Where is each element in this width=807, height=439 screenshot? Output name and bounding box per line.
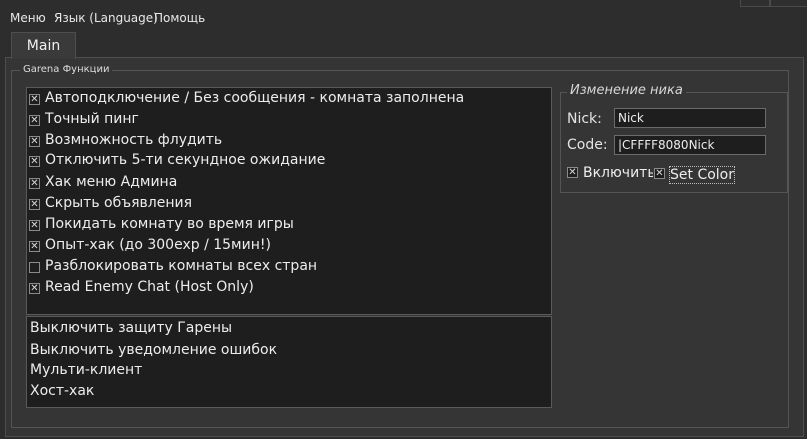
- checkbox[interactable]: ✕: [29, 220, 40, 231]
- checkbox[interactable]: ✕: [29, 94, 40, 105]
- checkbox[interactable]: ✕: [29, 156, 40, 167]
- menu-item-help[interactable]: Помощь: [154, 11, 205, 25]
- list-item[interactable]: Выключить уведомление ошибок: [30, 342, 277, 358]
- set-color-label: Set Color: [669, 166, 735, 184]
- enable-label: Включить: [583, 166, 653, 181]
- tab-main[interactable]: Main: [11, 32, 76, 59]
- list-item[interactable]: Мульти-клиент: [30, 362, 142, 378]
- checkbox[interactable]: ✕: [29, 199, 40, 210]
- option-label: Разблокировать комнаты всех стран: [45, 258, 318, 274]
- checkbox[interactable]: ✕: [654, 168, 665, 179]
- checkbox[interactable]: ✕: [29, 178, 40, 189]
- list-item[interactable]: Хост-хак: [30, 383, 94, 399]
- checkbox[interactable]: ✕: [29, 115, 40, 126]
- nick-change-title: Изменение ника: [567, 83, 686, 98]
- menu-bar: Меню Язык (Language) Помощь: [0, 0, 807, 30]
- option-label: Точный пинг: [45, 111, 139, 127]
- option-label: Покидать комнату во время игры: [45, 216, 294, 232]
- option-label: Возмножность флудить: [45, 132, 223, 148]
- option-label: Автоподключение / Без сообщения - комнат…: [45, 90, 465, 106]
- option-label: Отключить 5-ти секундное ожидание: [45, 152, 326, 168]
- option-label: Read Enemy Chat (Host Only): [45, 279, 254, 295]
- code-input[interactable]: [614, 135, 766, 155]
- checkbox[interactable]: ✕: [29, 241, 40, 252]
- set-color-checkbox[interactable]: ✕ Set Color: [654, 166, 738, 184]
- option-label: Скрыть объявления: [45, 195, 193, 211]
- checkbox[interactable]: ✕: [567, 167, 578, 178]
- code-label: Code:: [567, 137, 608, 153]
- option-label: Опыт-хак (до 300exp / 15мин!): [45, 237, 271, 253]
- menu-item-menu[interactable]: Меню: [10, 11, 46, 25]
- group-title: Garena Функции: [20, 64, 113, 75]
- extra-functions-list[interactable]: Выключить защиту Гарены Выключить уведом…: [26, 316, 552, 408]
- option-label: Хак меню Админа: [45, 174, 178, 190]
- checkbox[interactable]: ✕: [29, 136, 40, 147]
- menu-item-language[interactable]: Язык (Language): [54, 11, 158, 25]
- enable-checkbox[interactable]: ✕ Включить: [567, 166, 653, 184]
- options-checklist[interactable]: ✕ Автоподключение / Без сообщения - комн…: [26, 87, 552, 315]
- checkbox[interactable]: [29, 262, 40, 273]
- minimize-button[interactable]: [740, 0, 770, 7]
- checkbox[interactable]: ✕: [29, 283, 40, 294]
- nick-label: Nick:: [567, 111, 602, 127]
- close-button[interactable]: [770, 0, 807, 7]
- nick-input[interactable]: [614, 108, 766, 128]
- list-item[interactable]: Выключить защиту Гарены: [30, 320, 232, 336]
